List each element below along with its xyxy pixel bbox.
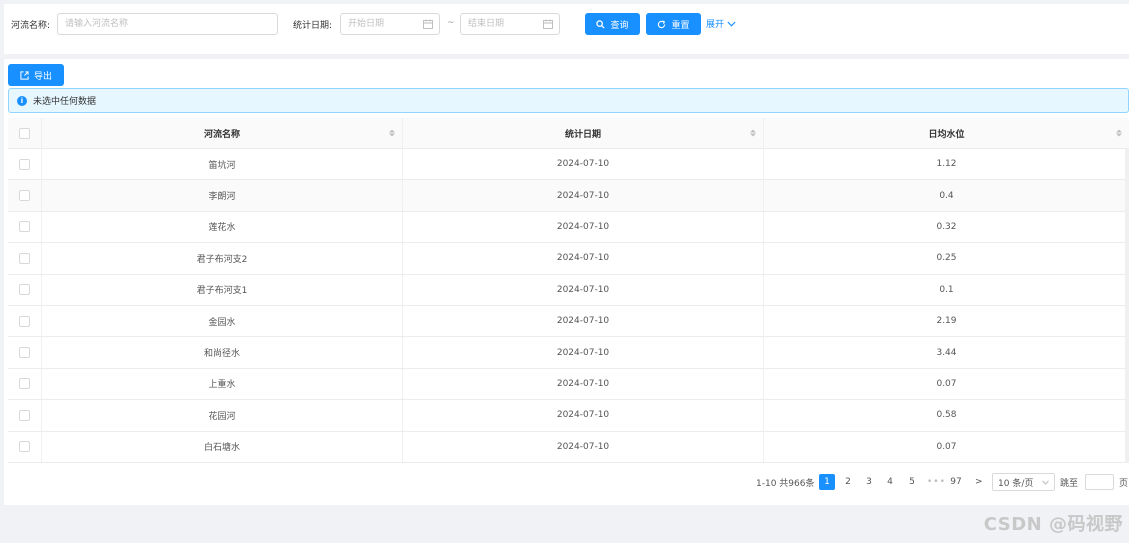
table-row: 和尚径水 2024-07-10 3.44 xyxy=(8,337,1129,369)
export-icon xyxy=(20,70,29,80)
expand-toggle[interactable]: 展开 xyxy=(706,17,736,30)
search-icon xyxy=(596,19,606,29)
cell-date: 2024-07-10 xyxy=(403,149,764,180)
pagination-ellipsis[interactable]: ••• xyxy=(927,473,946,491)
calendar-icon xyxy=(423,19,433,29)
sort-icon[interactable] xyxy=(389,129,395,137)
cell-river-name: 上重水 xyxy=(42,368,403,400)
river-name-label: 河流名称: xyxy=(11,21,51,31)
column-header-river[interactable]: 河流名称 xyxy=(42,118,403,148)
cell-date: 2024-07-10 xyxy=(403,274,764,305)
cell-river-name: 李朗河 xyxy=(42,180,403,211)
row-checkbox[interactable] xyxy=(19,284,30,296)
cell-water-level: 1.12 xyxy=(936,159,957,170)
cell-river-name: 君子布河支1 xyxy=(42,274,403,305)
table-row: 君子布河支2 2024-07-10 0.25 xyxy=(8,243,1129,275)
column-header-water-level[interactable]: 日均水位 xyxy=(764,118,1129,148)
cell-river-name: 金园水 xyxy=(42,305,403,337)
cell-date: 2024-07-10 xyxy=(403,180,764,211)
start-date-input[interactable]: 开始日期 xyxy=(340,13,440,35)
table-row: 莲花水 2024-07-10 0.32 xyxy=(8,211,1129,244)
cell-water-level: 0.25 xyxy=(936,253,957,264)
info-icon: i xyxy=(17,95,27,106)
page-size-select[interactable]: 10 条/页 xyxy=(992,473,1055,491)
selection-alert: i 未选中任何数据 xyxy=(8,88,1129,113)
sort-icon[interactable] xyxy=(750,129,756,137)
cell-water-level: 0.07 xyxy=(936,378,957,389)
table-row: 白石塘水 2024-07-10 0.07 xyxy=(8,431,1129,463)
query-button[interactable]: 查询 xyxy=(585,13,640,35)
column-header-date[interactable]: 统计日期 xyxy=(403,118,764,148)
cell-date: 2024-07-10 xyxy=(403,305,764,337)
row-checkbox[interactable] xyxy=(19,347,30,359)
jump-page-input[interactable] xyxy=(1085,474,1114,490)
select-all-checkbox[interactable] xyxy=(19,127,30,139)
refresh-icon xyxy=(658,19,666,28)
export-button[interactable]: 导出 xyxy=(8,64,64,86)
row-checkbox[interactable] xyxy=(19,190,30,202)
cell-water-level: 0.4 xyxy=(939,190,954,201)
reset-button[interactable]: 重置 xyxy=(646,13,701,35)
calendar-icon xyxy=(543,19,553,29)
data-panel: 导出 i 未选中任何数据 河流名称 统计日期 日均水位 笛坑河 2024-07-… xyxy=(4,59,1129,505)
table-row: 金园水 2024-07-10 2.19 xyxy=(8,305,1129,338)
sort-icon[interactable] xyxy=(1116,129,1122,137)
date-range-separator: ~ xyxy=(447,18,455,28)
watermark: CSDN @码视野 xyxy=(983,514,1123,535)
page-5[interactable]: 5 xyxy=(904,474,920,490)
cell-water-level: 0.1 xyxy=(939,284,954,295)
row-checkbox[interactable] xyxy=(19,378,30,390)
table-row: 李朗河 2024-07-10 0.4 xyxy=(8,180,1129,212)
cell-date: 2024-07-10 xyxy=(403,337,764,368)
table-row: 花园河 2024-07-10 0.58 xyxy=(8,400,1129,432)
cell-water-level: 2.19 xyxy=(936,316,957,327)
cell-river-name: 花园河 xyxy=(42,400,403,431)
page-3[interactable]: 3 xyxy=(861,474,877,490)
next-page-icon[interactable]: > xyxy=(975,473,983,491)
cell-water-level: 0.07 xyxy=(936,441,957,452)
cell-river-name: 莲花水 xyxy=(42,211,403,243)
cell-river-name: 白石塘水 xyxy=(42,431,403,462)
end-date-input[interactable]: 结束日期 xyxy=(460,13,560,35)
page-4[interactable]: 4 xyxy=(882,474,898,490)
date-label: 统计日期: xyxy=(293,21,333,31)
row-checkbox[interactable] xyxy=(19,221,30,233)
page-unit-label: 页 xyxy=(1119,478,1129,489)
search-panel: 河流名称: 请输入河流名称 统计日期: 开始日期 ~ 结束日期 查询 重置 展开 xyxy=(4,4,1129,54)
cell-river-name: 君子布河支2 xyxy=(42,243,403,274)
table-header: 河流名称 统计日期 日均水位 xyxy=(8,118,1129,149)
cell-date: 2024-07-10 xyxy=(403,431,764,462)
cell-date: 2024-07-10 xyxy=(403,243,764,274)
cell-river-name: 和尚径水 xyxy=(42,337,403,368)
data-table: 河流名称 统计日期 日均水位 笛坑河 2024-07-10 1.12 李朗河 2… xyxy=(8,118,1129,463)
cell-river-name: 笛坑河 xyxy=(42,149,403,180)
table-scrollbar[interactable] xyxy=(1125,149,1129,463)
table-row: 笛坑河 2024-07-10 1.12 xyxy=(8,149,1129,181)
cell-date: 2024-07-10 xyxy=(403,400,764,431)
page-last[interactable]: 97 xyxy=(948,474,964,490)
row-checkbox[interactable] xyxy=(19,315,30,327)
row-checkbox[interactable] xyxy=(19,441,30,453)
page-1[interactable]: 1 xyxy=(819,474,835,490)
pagination: 1-10 共966条 1 2 3 4 5 ••• 97 > 10 条/页 跳至 … xyxy=(4,473,1129,491)
cell-water-level: 0.58 xyxy=(936,410,957,421)
table-row: 君子布河支1 2024-07-10 0.1 xyxy=(8,274,1129,306)
chevron-down-icon xyxy=(727,21,736,27)
page-2[interactable]: 2 xyxy=(840,474,856,490)
cell-date: 2024-07-10 xyxy=(403,368,764,400)
selection-alert-text: 未选中任何数据 xyxy=(33,97,97,107)
pagination-total: 1-10 共966条 xyxy=(756,478,815,489)
cell-water-level: 3.44 xyxy=(936,347,957,358)
river-name-input[interactable]: 请输入河流名称 xyxy=(57,13,278,35)
jump-label: 跳至 xyxy=(1060,478,1079,489)
chevron-down-icon xyxy=(1042,479,1049,485)
cell-date: 2024-07-10 xyxy=(403,211,764,243)
row-checkbox[interactable] xyxy=(19,409,30,421)
table-row: 上重水 2024-07-10 0.07 xyxy=(8,368,1129,401)
row-checkbox[interactable] xyxy=(19,158,30,170)
cell-water-level: 0.32 xyxy=(936,221,957,232)
row-checkbox[interactable] xyxy=(19,252,30,264)
